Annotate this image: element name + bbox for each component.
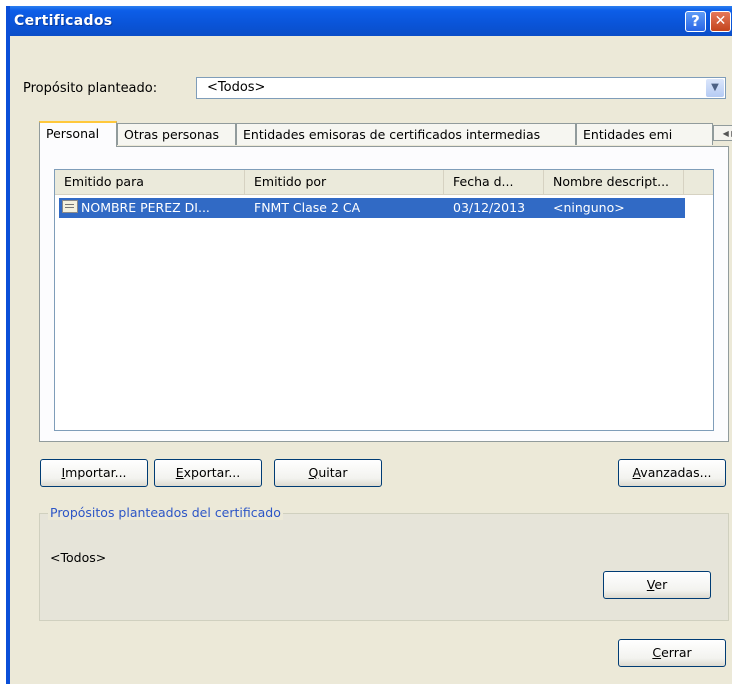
close-icon: ✕ xyxy=(714,13,727,29)
button-label: xportar... xyxy=(183,465,241,480)
tab-label: Personal xyxy=(46,126,100,141)
column-issued-by[interactable]: Emitido por xyxy=(245,170,444,194)
tab-label: Entidades emi xyxy=(583,127,673,142)
cell-friendly-name: <ninguno> xyxy=(553,200,625,215)
help-button[interactable]: ? xyxy=(685,11,706,32)
certificates-dialog: Certificados ? ✕ Propósito planteado: <T… xyxy=(6,6,732,684)
button-label: mportar... xyxy=(65,465,127,480)
chevron-down-icon[interactable]: ▼ xyxy=(706,79,724,97)
tab-issuing-authorities[interactable]: Entidades emi xyxy=(576,123,713,145)
access-key: C xyxy=(652,645,662,660)
column-friendly-name[interactable]: Nombre descript... xyxy=(544,170,684,194)
tab-other-people[interactable]: Otras personas xyxy=(117,123,236,145)
scroll-left-icon[interactable]: ◀ xyxy=(723,129,729,138)
column-issued-to[interactable]: Emitido para xyxy=(55,170,245,194)
cell-issued-to: NOMBRE PEREZ DI... xyxy=(81,200,210,215)
table-row[interactable]: NOMBRE PEREZ DI... FNMT Clase 2 CA 03/12… xyxy=(59,198,685,218)
close-window-button[interactable]: ✕ xyxy=(710,11,731,32)
export-button[interactable]: Exportar... xyxy=(154,459,262,487)
button-label: er xyxy=(654,577,668,592)
button-label: errar xyxy=(661,645,692,660)
certificate-list[interactable]: Emitido para Emitido por Fecha d... Nomb… xyxy=(54,169,714,431)
close-button[interactable]: Cerrar xyxy=(618,639,726,667)
tab-personal[interactable]: Personal xyxy=(39,121,117,147)
access-key: E xyxy=(175,465,184,480)
certificate-icon xyxy=(62,200,78,213)
group-title: Propósitos planteados del certificado xyxy=(48,505,283,520)
purpose-dropdown[interactable]: <Todos> ▼ xyxy=(196,77,726,99)
tab-panel-personal: Emitido para Emitido por Fecha d... Nomb… xyxy=(39,146,729,442)
purpose-label: Propósito planteado: xyxy=(23,81,158,96)
button-label: uitar xyxy=(318,465,348,480)
view-button[interactable]: Ver xyxy=(603,571,711,599)
title-bar[interactable]: Certificados ? ✕ xyxy=(10,6,732,36)
button-label: vanzadas... xyxy=(640,465,712,480)
tab-label: Entidades emisoras de certificados inter… xyxy=(243,127,541,142)
cell-date: 03/12/2013 xyxy=(453,200,526,215)
tab-label: Otras personas xyxy=(124,127,220,142)
tab-scroll-buttons[interactable]: ◀ ▶ xyxy=(713,125,732,141)
advanced-button[interactable]: Avanzadas... xyxy=(618,459,726,487)
list-header: Emitido para Emitido por Fecha d... Nomb… xyxy=(55,170,713,195)
column-expiry-date[interactable]: Fecha d... xyxy=(444,170,544,194)
window-title: Certificados xyxy=(14,13,113,29)
help-icon: ? xyxy=(691,12,700,30)
tab-intermediate-cas[interactable]: Entidades emisoras de certificados inter… xyxy=(236,123,576,145)
import-button[interactable]: Importar... xyxy=(40,459,148,487)
purpose-dropdown-value: <Todos> xyxy=(207,80,266,95)
cell-issued-by: FNMT Clase 2 CA xyxy=(254,200,361,215)
certificate-tabs: Personal Otras personas Entidades emisor… xyxy=(39,121,732,147)
certificate-purposes-group: Propósitos planteados del certificado <T… xyxy=(39,505,729,621)
purposes-value: <Todos> xyxy=(50,550,107,565)
remove-button[interactable]: Quitar xyxy=(274,459,382,487)
access-key: Q xyxy=(308,465,319,480)
